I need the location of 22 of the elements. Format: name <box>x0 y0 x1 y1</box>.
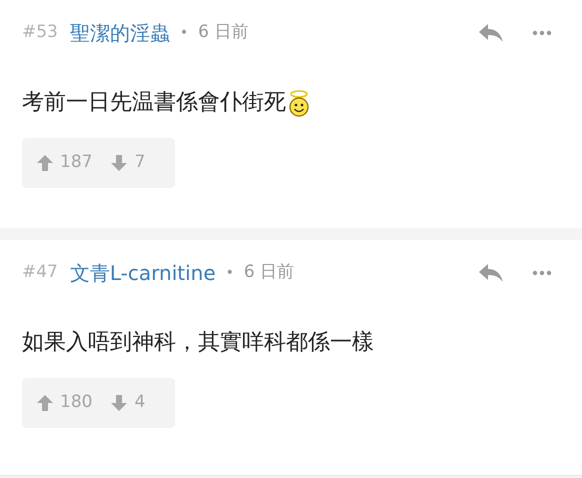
comment-number: #47 <box>22 261 58 284</box>
more-icon[interactable] <box>532 30 552 36</box>
post-time: 6 日前 <box>244 261 294 284</box>
post-time: 6 日前 <box>198 21 248 44</box>
downvote-button[interactable]: 4 <box>110 390 146 416</box>
separator-dot: • <box>226 264 234 282</box>
comment-number: #53 <box>22 21 58 44</box>
comment-text: 考前一日先温書係會仆街死 <box>22 89 286 117</box>
down-arrow-icon <box>110 154 128 172</box>
author-link[interactable]: 聖潔的淫蟲 <box>70 18 170 48</box>
reply-icon[interactable] <box>478 263 504 283</box>
up-arrow-icon <box>36 154 54 172</box>
reply-icon[interactable] <box>478 23 504 43</box>
more-icon[interactable] <box>532 270 552 276</box>
upvote-button[interactable]: 187 <box>36 150 92 176</box>
up-arrow-icon <box>36 394 54 412</box>
upvote-button[interactable]: 180 <box>36 390 92 416</box>
separator-dot: • <box>180 24 188 42</box>
comment-text: 如果入唔到神科，其實咩科都係一樣 <box>22 329 374 357</box>
author-link[interactable]: 文青L-carnitine <box>70 258 216 288</box>
downvote-button[interactable]: 7 <box>110 150 146 176</box>
down-arrow-icon <box>110 394 128 412</box>
